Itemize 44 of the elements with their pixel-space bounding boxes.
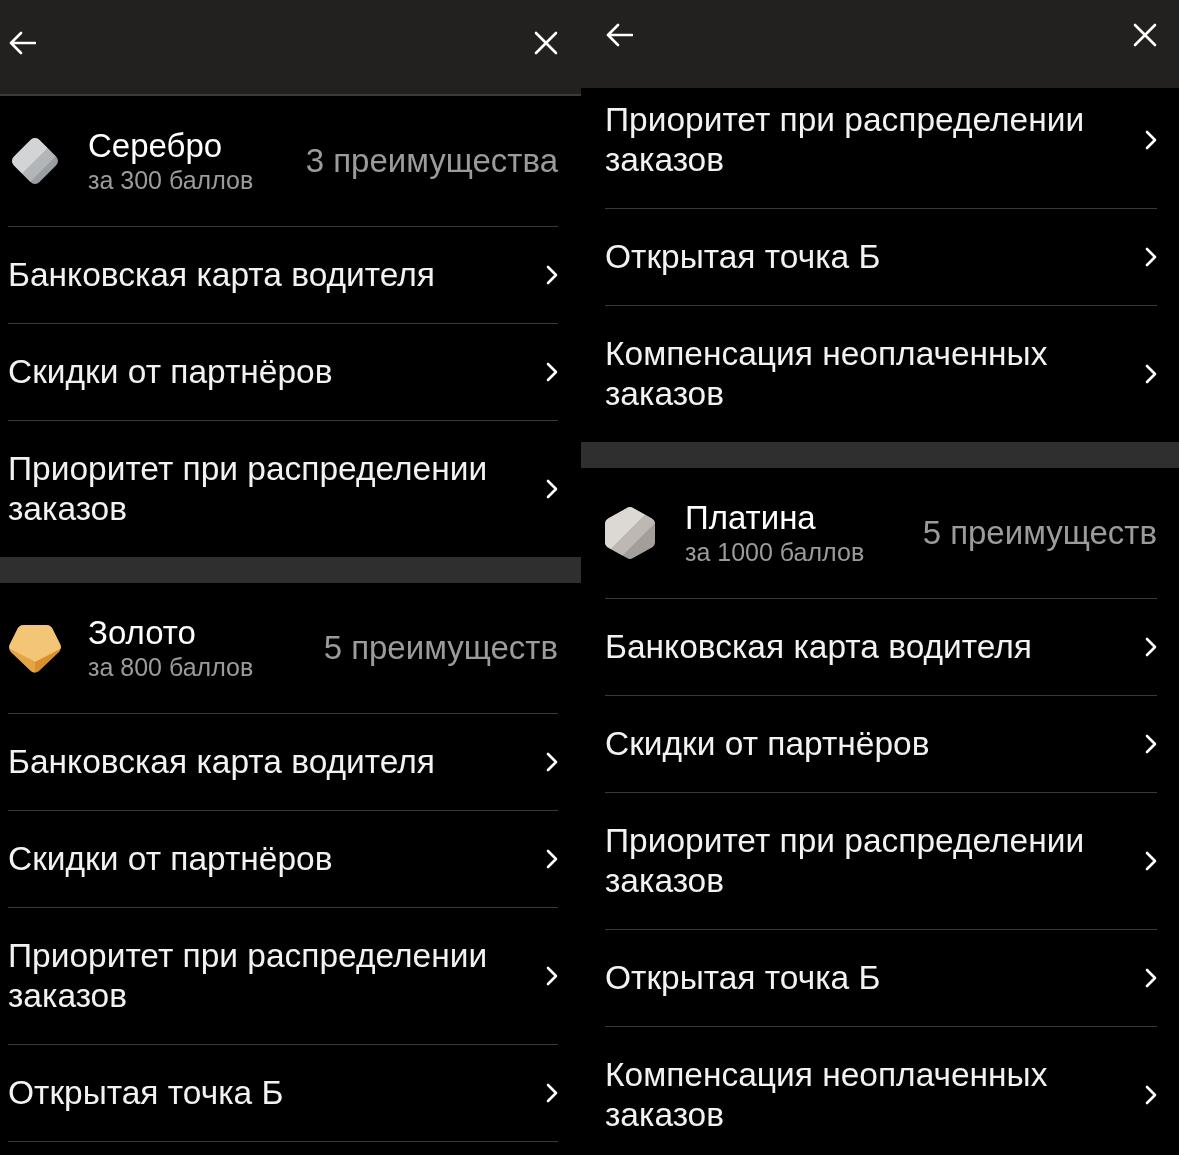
chevron-icon bbox=[1145, 637, 1157, 657]
benefit-count: 5 преимуществ bbox=[323, 628, 558, 668]
benefit-item[interactable]: Открытая точка Б bbox=[605, 930, 1157, 1027]
tier-name: Серебро bbox=[88, 127, 223, 165]
chevron-icon bbox=[1145, 968, 1157, 988]
benefit-item[interactable]: Приоритет при распределении заказов bbox=[8, 421, 558, 557]
benefit-item[interactable]: Компенсация неоплаченных заказов bbox=[605, 1027, 1157, 1155]
tier-price: за 1000 баллов bbox=[685, 537, 865, 567]
benefit-item[interactable]: Скидки от партнёров bbox=[605, 696, 1157, 793]
chevron-icon bbox=[1145, 130, 1157, 150]
benefit-count: 5 преимуществ bbox=[922, 513, 1157, 553]
benefit-item[interactable]: Приоритет при распределении заказов bbox=[605, 88, 1157, 209]
benefit-item[interactable]: Скидки от партнёров bbox=[8, 324, 558, 421]
benefit-item[interactable]: Открытая точка Б bbox=[8, 1045, 558, 1142]
close-icon[interactable] bbox=[1133, 23, 1157, 47]
benefit-item[interactable]: Банковская карта водителя bbox=[8, 714, 558, 811]
chevron-icon bbox=[546, 849, 558, 869]
chevron-icon bbox=[546, 966, 558, 986]
benefit-item[interactable]: Открытая точка Б bbox=[605, 209, 1157, 306]
benefit-count: 3 преимущества bbox=[305, 141, 558, 181]
chevron-icon bbox=[546, 752, 558, 772]
benefit-item[interactable]: Скидки от партнёров bbox=[8, 811, 558, 908]
benefit-item[interactable]: Компенсация неоплаченных заказов bbox=[605, 306, 1157, 442]
chevron-icon bbox=[1145, 364, 1157, 384]
chevron-icon bbox=[546, 265, 558, 285]
benefit-item[interactable]: Приоритет при распределении заказов bbox=[8, 908, 558, 1045]
benefit-item[interactable]: Приоритет при распределении заказов bbox=[605, 793, 1157, 930]
tier-name: Платина bbox=[685, 499, 816, 537]
benefit-item[interactable]: Банковская карта водителя bbox=[8, 227, 558, 324]
tier-name: Золото bbox=[88, 614, 196, 652]
tier-price: за 800 баллов bbox=[88, 652, 254, 682]
chevron-icon bbox=[546, 479, 558, 499]
benefit-item[interactable]: Банковская карта водителя bbox=[605, 599, 1157, 696]
chevron-icon bbox=[1145, 1085, 1157, 1105]
chevron-icon bbox=[546, 362, 558, 382]
back-icon[interactable] bbox=[605, 23, 633, 47]
tier-price: за 300 баллов bbox=[88, 165, 254, 195]
chevron-icon bbox=[546, 1083, 558, 1103]
close-icon[interactable] bbox=[534, 31, 558, 55]
gem-icon bbox=[8, 622, 62, 674]
back-icon[interactable] bbox=[8, 31, 36, 55]
chevron-icon bbox=[1145, 247, 1157, 267]
chevron-icon bbox=[1145, 851, 1157, 871]
chevron-icon bbox=[1145, 734, 1157, 754]
